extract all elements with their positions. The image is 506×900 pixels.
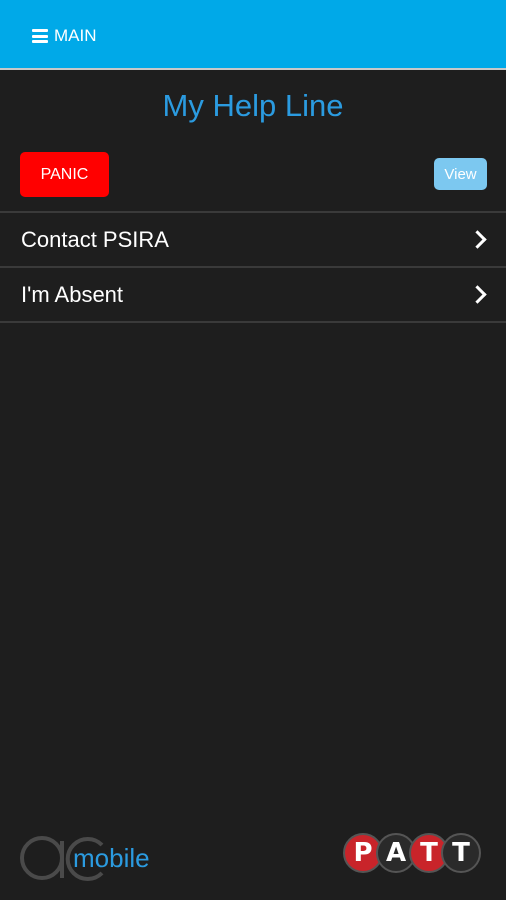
page-title: My Help Line: [162, 88, 344, 123]
patt-logo: P A T T: [343, 831, 483, 877]
list-item-contact-psira[interactable]: Contact PSIRA: [0, 213, 506, 268]
main-menu-button[interactable]: MAIN: [32, 26, 97, 46]
view-button[interactable]: View: [434, 158, 487, 190]
menu-list: Contact PSIRA I'm Absent: [0, 211, 506, 323]
list-item-label: I'm Absent: [21, 281, 124, 307]
list-item-im-absent[interactable]: I'm Absent: [0, 268, 506, 323]
chevron-right-icon: [468, 230, 487, 249]
top-bar: MAIN: [0, 0, 506, 70]
app-screen: MAIN My Help Line PANIC View Contact PSI…: [0, 0, 506, 900]
panic-button[interactable]: PANIC: [20, 152, 109, 197]
chevron-right-icon: [468, 285, 487, 304]
ac-mobile-logo-text: mobile: [73, 843, 150, 873]
list-item-label: Contact PSIRA: [21, 226, 169, 252]
patt-logo-letter: T: [441, 833, 481, 873]
hamburger-icon: [32, 29, 48, 43]
main-menu-label: MAIN: [54, 26, 97, 45]
